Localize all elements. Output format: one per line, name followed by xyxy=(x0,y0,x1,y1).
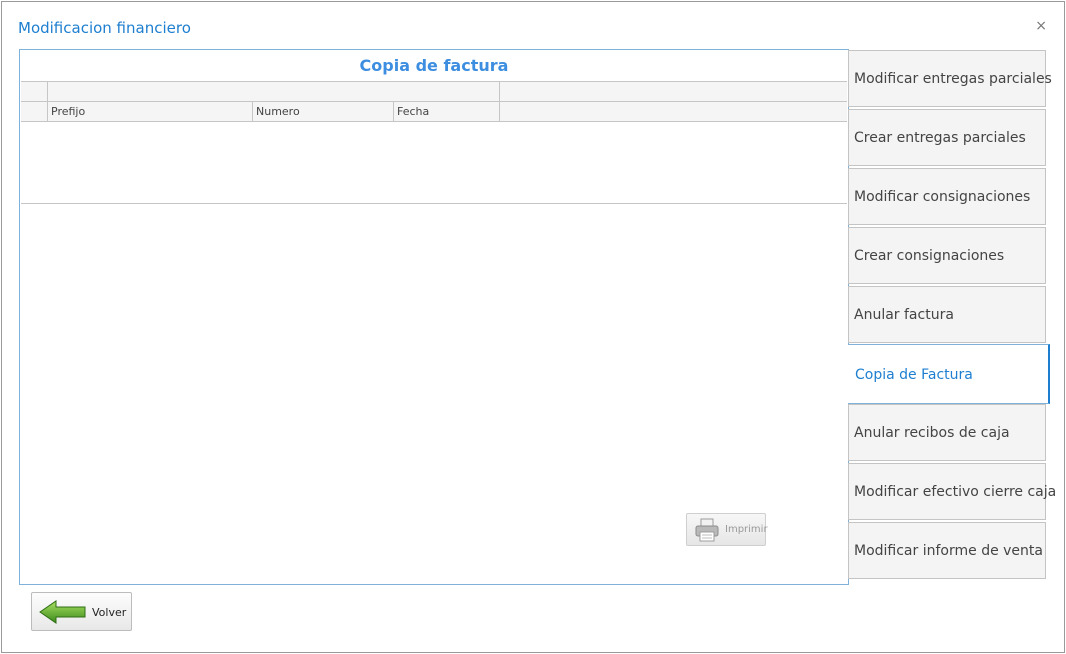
menu-item-modificar-efectivo-cierre-caja[interactable]: Modificar efectivo cierre caja xyxy=(848,463,1056,520)
menu-item-copia-de-factura[interactable]: Copia de Factura xyxy=(848,344,1050,404)
back-button[interactable]: Volver xyxy=(31,592,132,631)
print-button[interactable]: Imprimir xyxy=(686,513,768,546)
copia-factura-panel: Copia de factura Prefijo Numero Fecha Im… xyxy=(19,49,849,585)
close-icon[interactable]: × xyxy=(1035,18,1047,34)
grid-group-header-row xyxy=(21,82,847,102)
menu-item-crear-consignaciones[interactable]: Crear consignaciones xyxy=(848,227,1046,284)
grid-group-header-extra xyxy=(500,82,847,101)
menu-item-anular-recibos-de-caja[interactable]: Anular recibos de caja xyxy=(848,404,1046,461)
window-title: Modificacion financiero xyxy=(18,19,191,37)
back-button-label: Volver xyxy=(92,606,127,619)
menu-item-modificar-entregas-parciales[interactable]: Modificar entregas parciales xyxy=(848,50,1052,107)
dialog-window: Modificacion financiero × Copia de factu… xyxy=(1,1,1065,653)
grid-group-header xyxy=(48,82,500,101)
column-header-prefijo[interactable]: Prefijo xyxy=(48,102,253,121)
column-header-empty xyxy=(500,102,847,121)
grid-corner-cell xyxy=(21,82,48,101)
grid-column-header-row: Prefijo Numero Fecha xyxy=(21,102,847,122)
menu-item-modificar-consignaciones[interactable]: Modificar consignaciones xyxy=(848,168,1046,225)
column-header-fecha[interactable]: Fecha xyxy=(394,102,500,121)
printer-icon xyxy=(695,518,719,542)
grid-row-indicator-header xyxy=(21,102,48,121)
print-button-label: Imprimir xyxy=(725,524,768,535)
menu-item-modificar-informe-de-venta[interactable]: Modificar informe de venta xyxy=(848,522,1046,579)
panel-title: Copia de factura xyxy=(359,56,509,75)
invoice-grid[interactable]: Prefijo Numero Fecha xyxy=(21,81,847,204)
column-header-numero[interactable]: Numero xyxy=(253,102,394,121)
back-arrow-icon xyxy=(39,600,86,624)
menu-item-anular-factura[interactable]: Anular factura xyxy=(848,286,1046,343)
menu-item-crear-entregas-parciales[interactable]: Crear entregas parciales xyxy=(848,109,1046,166)
